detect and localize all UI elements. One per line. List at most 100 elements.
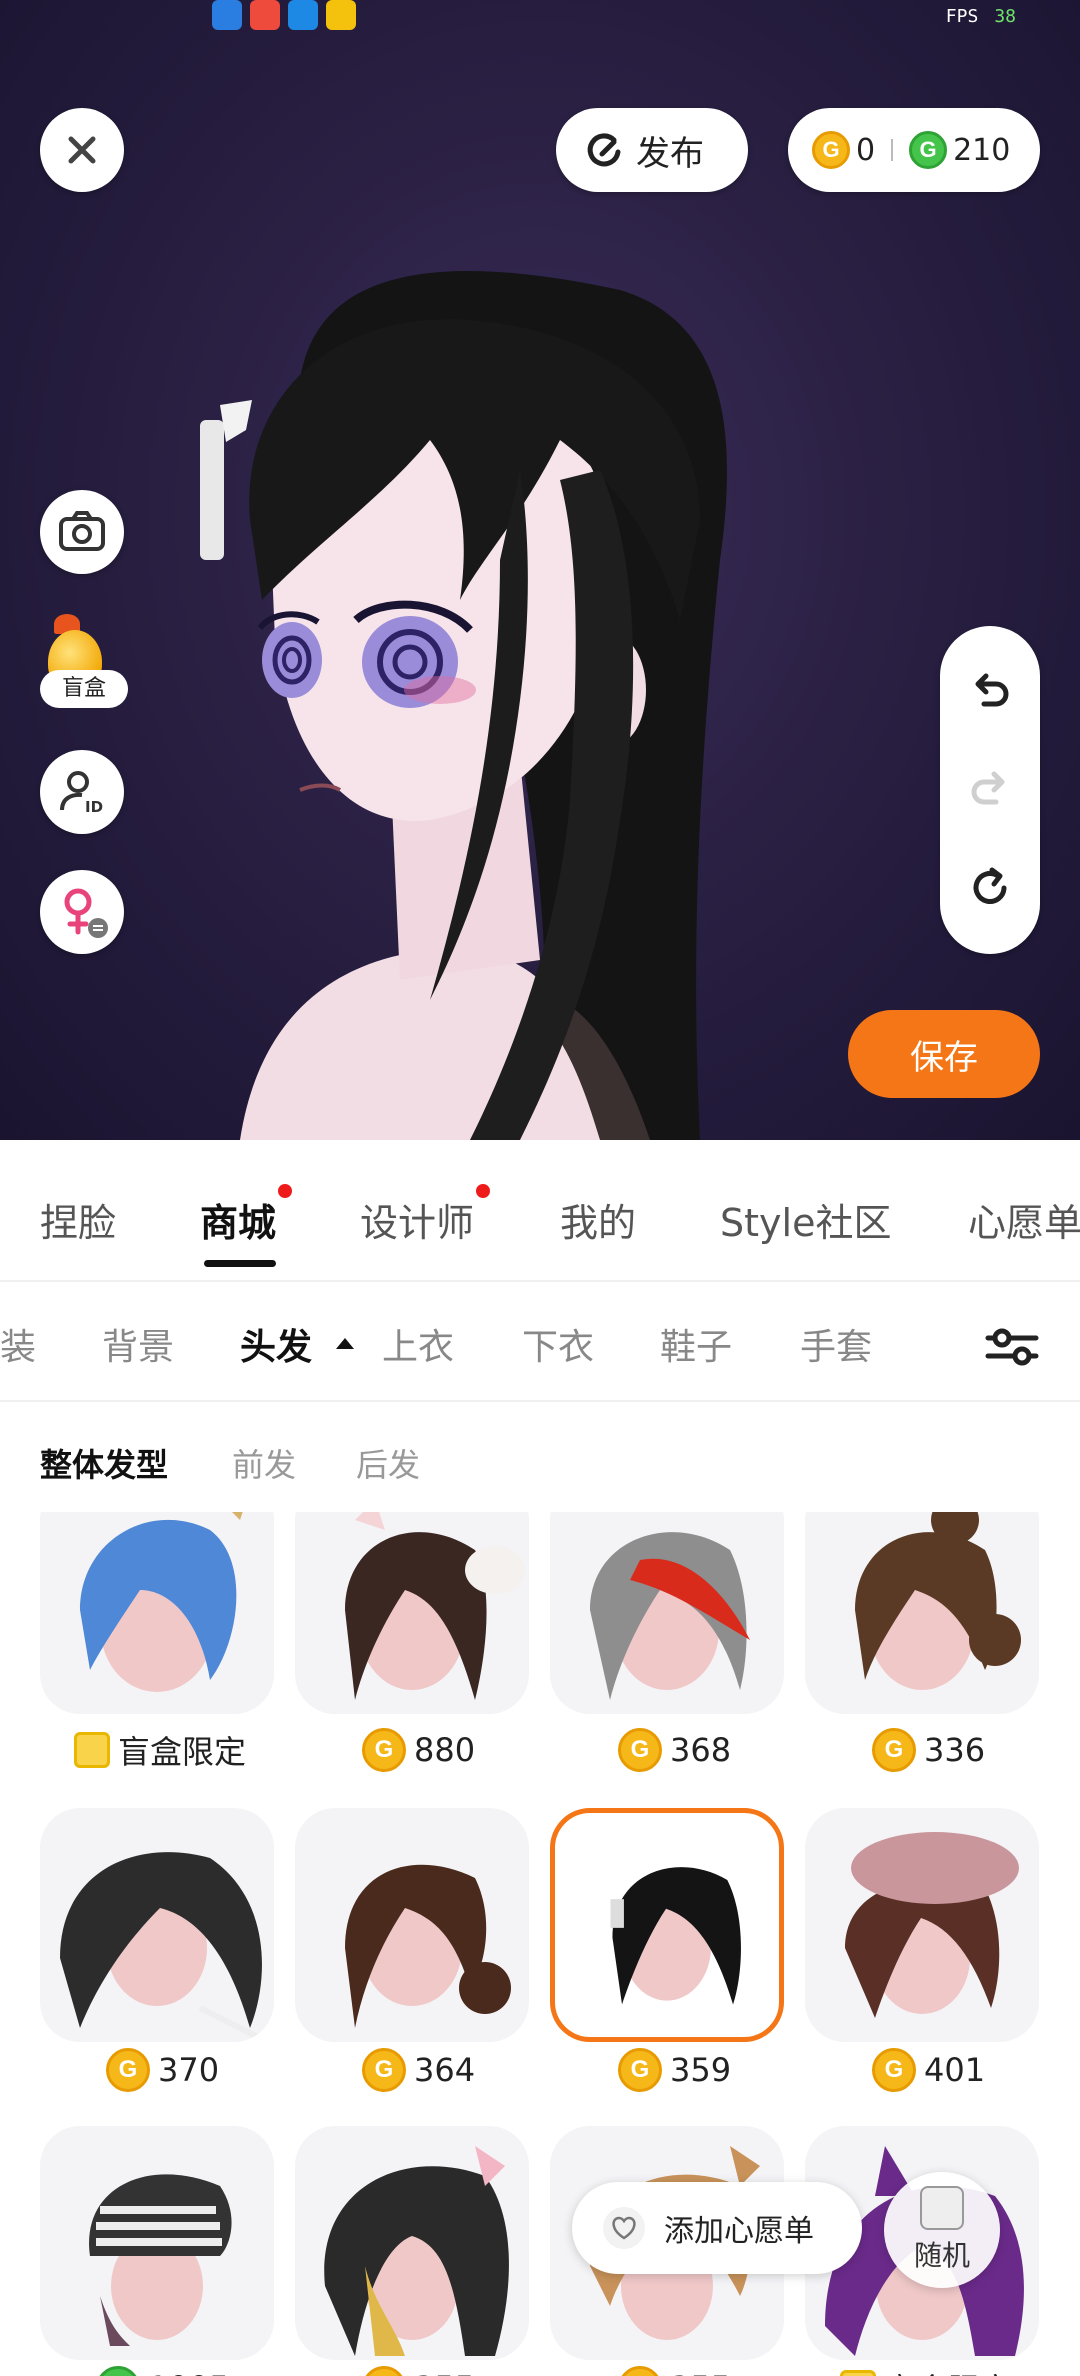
category-hair[interactable]: 头发: [240, 1318, 312, 1370]
screenshot-button[interactable]: [40, 490, 124, 574]
hair-item-card[interactable]: [40, 1808, 274, 2042]
female-swap-icon: [64, 888, 108, 938]
redo-button[interactable]: [962, 762, 1018, 818]
currency-divider: [891, 139, 894, 161]
gold-coin-icon: G: [106, 2048, 150, 2092]
item-price: 盲盒限定: [840, 2364, 1012, 2376]
tab-designer-label: 设计师: [360, 1201, 475, 1245]
category-shoes[interactable]: 鞋子: [660, 1318, 732, 1370]
category-background[interactable]: 背景: [102, 1318, 174, 1370]
fps-value: 38: [994, 6, 1016, 27]
hair-item-card[interactable]: [40, 2126, 274, 2360]
random-button[interactable]: 随机: [884, 2172, 1000, 2288]
gold-coin-icon: G: [618, 2366, 662, 2376]
tab-style-community[interactable]: Style社区: [720, 1192, 891, 1247]
item-price-label: 355: [414, 2369, 475, 2376]
gold-coin-icon: G: [812, 131, 850, 169]
item-price-label: 盲盒限定: [884, 2365, 1012, 2376]
item-price: 盲盒限定: [74, 1726, 246, 1774]
svg-text:ID: ID: [85, 798, 103, 816]
gold-coin-icon: G: [362, 2048, 406, 2092]
tab-mine[interactable]: 我的: [560, 1192, 636, 1247]
category-tops[interactable]: 上衣: [382, 1318, 454, 1370]
app-notification-icon: [212, 0, 242, 30]
publish-label: 发布: [636, 133, 704, 174]
item-price-label: 359: [670, 2051, 732, 2089]
item-price: G 401: [872, 2046, 985, 2094]
tab-shop[interactable]: 商城: [200, 1184, 293, 1247]
item-price-label: 盲盒限定: [118, 1733, 247, 1771]
app-notification-icon: [326, 0, 356, 30]
blindbox-icon: [74, 1732, 110, 1768]
tab-face[interactable]: 捏脸: [40, 1192, 116, 1247]
random-label: 随机: [913, 2239, 970, 2272]
hair-thumbnail: [89, 2174, 232, 2346]
item-price-label: 355: [670, 2369, 731, 2376]
hair-item-card[interactable]: [550, 1512, 784, 1714]
category-bottoms[interactable]: 下衣: [522, 1318, 594, 1370]
hair-thumbnail: [590, 1532, 750, 1700]
avatar-id-button[interactable]: ID: [40, 750, 124, 834]
publish-icon: [587, 133, 621, 167]
hair-item-card[interactable]: [295, 1808, 529, 2042]
hair-item-card[interactable]: [40, 1512, 274, 1714]
hair-item-card[interactable]: [295, 2126, 529, 2360]
dice-icon: [920, 2186, 964, 2230]
hair-thumbnail: [60, 1852, 262, 2041]
item-price: G 359: [618, 2046, 731, 2094]
undo-button[interactable]: [962, 664, 1018, 720]
reset-icon: [973, 867, 1007, 904]
item-price-label: 880: [414, 1731, 476, 1769]
tab-designer[interactable]: 设计师: [360, 1184, 491, 1247]
gold-coin-icon: G: [362, 1728, 406, 1772]
status-bar: FPS 38: [0, 0, 1080, 36]
tab-shop-label: 商城: [200, 1201, 277, 1245]
item-price-label: 368: [670, 1731, 732, 1769]
item-price-label: 336: [924, 1731, 986, 1769]
publish-button[interactable]: 发布: [556, 108, 748, 192]
gold-coin-icon: G: [618, 1728, 662, 1772]
camera-icon: [59, 511, 105, 551]
blindbox-button[interactable]: 盲盒: [40, 610, 128, 720]
item-price: G 355: [362, 2364, 475, 2376]
hair-item-card-selected[interactable]: [550, 1808, 784, 2042]
hair-item-card[interactable]: [295, 1512, 529, 1714]
item-price-label: 401: [924, 2051, 986, 2089]
category-outfit[interactable]: 装: [0, 1318, 36, 1370]
tab-wishlist[interactable]: 心愿单: [968, 1192, 1080, 1247]
hair-item-card[interactable]: [805, 1808, 1039, 2042]
gold-coin-icon: G: [872, 2048, 916, 2092]
notification-dot: [476, 1184, 491, 1198]
blindbox-label: 盲盒: [40, 670, 128, 708]
green-balance: 210: [953, 132, 1011, 168]
close-icon: [68, 136, 96, 164]
history-controls: [940, 626, 1040, 954]
fps-label: FPS: [945, 6, 979, 27]
gold-coin-icon: G: [362, 2366, 406, 2376]
save-button[interactable]: 保存: [848, 1010, 1040, 1098]
wishlist-label: 添加心愿单: [664, 2214, 814, 2249]
avatar-viewport[interactable]: FPS 38 发布 G 0 G 210 盲盒 ID 保存: [0, 0, 1080, 1140]
item-price-label: 364: [414, 2051, 476, 2089]
item-price: G 355: [618, 2364, 731, 2376]
category-gloves[interactable]: 手套: [800, 1318, 872, 1370]
hair-item-card[interactable]: [805, 1512, 1039, 1714]
currency-balance[interactable]: G 0 G 210: [788, 108, 1040, 192]
caret-up-icon: [336, 1338, 354, 1349]
hair-thumbnail: [324, 2146, 509, 2356]
subtab-front-hair[interactable]: 前发: [232, 1440, 296, 1486]
category-tab-bar: 装 背景 头发 上衣 下衣 鞋子 手套: [0, 1282, 1080, 1402]
green-coin-icon: G: [96, 2366, 140, 2376]
item-price: G 336: [872, 1726, 985, 1774]
add-to-wishlist-button[interactable]: 添加心愿单: [572, 2182, 862, 2274]
close-button[interactable]: [40, 108, 124, 192]
reset-button[interactable]: [962, 860, 1018, 916]
subtab-full-hairstyle[interactable]: 整体发型: [40, 1440, 168, 1486]
notification-dot: [278, 1184, 293, 1198]
filter-settings-icon[interactable]: [982, 1322, 1042, 1372]
item-price-label: 370: [158, 2051, 220, 2089]
subtab-back-hair[interactable]: 后发: [356, 1440, 420, 1486]
gold-coin-icon: G: [618, 2048, 662, 2092]
main-tab-bar: 捏脸 商城 设计师 我的 Style社区 心愿单: [0, 1140, 1080, 1282]
gender-switch-button[interactable]: [40, 870, 124, 954]
